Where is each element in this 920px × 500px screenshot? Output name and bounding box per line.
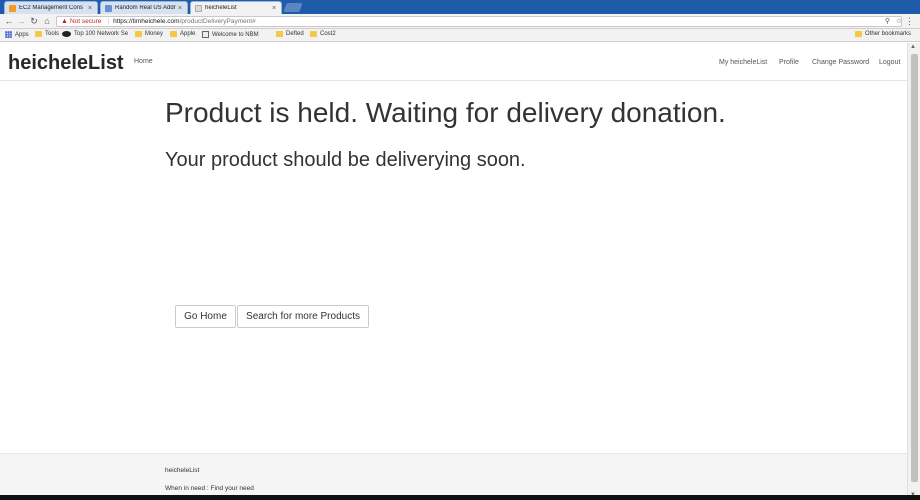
nav-link-logout[interactable]: Logout bbox=[879, 59, 900, 66]
bookmark-nbm[interactable]: Welcome to NBM bbox=[202, 31, 259, 38]
bookmark-money[interactable]: Money bbox=[135, 31, 163, 37]
bookmark-top100[interactable]: Top 100 Network Se bbox=[62, 31, 128, 37]
apps-icon bbox=[5, 31, 12, 38]
divider: | bbox=[107, 18, 110, 25]
security-label: Not secure bbox=[69, 18, 102, 25]
close-icon[interactable]: × bbox=[270, 5, 278, 12]
bookmark-apple[interactable]: Apple bbox=[170, 31, 195, 37]
menu-icon[interactable]: ⋮ bbox=[905, 16, 914, 27]
tab-label: Random Real US Addre bbox=[115, 5, 176, 11]
footer-title: heicheleList bbox=[165, 467, 200, 474]
brand-logo[interactable]: heicheleList bbox=[8, 52, 124, 75]
bookmark-cost2[interactable]: Cost2 bbox=[310, 31, 336, 37]
new-tab-button[interactable] bbox=[283, 3, 303, 12]
folder-icon bbox=[855, 31, 862, 37]
bookmark-apps[interactable]: Apps bbox=[5, 31, 29, 38]
page-scrollbar[interactable]: ▲ ▼ bbox=[907, 43, 920, 500]
zoom-icon[interactable]: ⚲ bbox=[885, 17, 890, 25]
star-icon[interactable]: ☆ bbox=[896, 17, 902, 25]
bookmark-tools[interactable]: Tools bbox=[35, 31, 59, 37]
page-icon bbox=[202, 31, 209, 38]
page-title: Product is held. Waiting for delivery do… bbox=[165, 97, 726, 128]
back-arrow-icon[interactable]: ← bbox=[4, 16, 14, 26]
folder-icon bbox=[276, 31, 283, 37]
browser-tabstrip: EC2 Management Cons × Random Real US Add… bbox=[0, 0, 920, 14]
nav-link-change-password[interactable]: Change Password bbox=[812, 59, 869, 66]
os-taskbar bbox=[0, 495, 920, 500]
bookmark-label: Money bbox=[145, 31, 164, 37]
tab-label: EC2 Management Cons bbox=[19, 5, 84, 11]
bookmark-label: Apps bbox=[15, 31, 29, 38]
bookmark-label: Welcome to NBM bbox=[212, 31, 259, 38]
site-navbar: heicheleList Home My heicheleList Profil… bbox=[0, 43, 907, 81]
forward-arrow-icon[interactable]: → bbox=[16, 16, 26, 26]
scrollbar-thumb[interactable] bbox=[911, 54, 918, 482]
bookmark-label: Cost2 bbox=[320, 31, 336, 37]
page-favicon-icon bbox=[195, 4, 202, 12]
folder-icon bbox=[310, 31, 317, 37]
browser-toolbar: ← → ↻ ⌂ ▲ Not secure | https://timheiche… bbox=[0, 14, 920, 29]
bookmark-label: Defted bbox=[286, 31, 304, 37]
scroll-up-icon[interactable]: ▲ bbox=[910, 44, 916, 50]
url-path: /productDeliveryPayment# bbox=[179, 18, 256, 25]
url-host: https://timheichele.com bbox=[113, 18, 180, 25]
go-home-button[interactable]: Go Home bbox=[175, 305, 236, 328]
folder-icon bbox=[135, 31, 142, 37]
footer-tagline: When in need : Find your need bbox=[165, 485, 254, 492]
close-icon[interactable]: × bbox=[176, 5, 184, 12]
tab-label: heicheleList bbox=[205, 5, 237, 11]
warning-icon: ▲ bbox=[61, 18, 68, 25]
nav-link-home[interactable]: Home bbox=[134, 58, 153, 65]
home-icon[interactable]: ⌂ bbox=[42, 16, 52, 26]
tab-random-address[interactable]: Random Real US Addre × bbox=[100, 1, 188, 14]
site-footer: heicheleList When in need : Find your ne… bbox=[0, 453, 907, 500]
address-bar[interactable]: ▲ Not secure | https://timheichele.com /… bbox=[56, 16, 902, 27]
close-icon[interactable]: × bbox=[86, 5, 94, 12]
tab-heichelelist[interactable]: heicheleList × bbox=[190, 1, 282, 14]
page-content: heicheleList Home My heicheleList Profil… bbox=[0, 43, 907, 500]
aws-favicon-icon bbox=[9, 4, 16, 12]
bookmarks-bar: Apps Tools Top 100 Network Se Money Appl… bbox=[0, 29, 920, 42]
bookmark-other[interactable]: Other bookmarks bbox=[855, 31, 911, 37]
search-products-button[interactable]: Search for more Products bbox=[237, 305, 369, 328]
page-subtitle: Your product should be deliverying soon. bbox=[165, 149, 526, 171]
bookmark-label: Other bookmarks bbox=[865, 31, 912, 37]
page-favicon-icon bbox=[105, 4, 112, 12]
nav-link-profile[interactable]: Profile bbox=[779, 59, 799, 66]
folder-icon bbox=[170, 31, 177, 37]
nav-link-my-list[interactable]: My heicheleList bbox=[719, 59, 767, 66]
bookmark-defted[interactable]: Defted bbox=[276, 31, 304, 37]
bookmark-label: Top 100 Network Se bbox=[74, 31, 129, 37]
bookmark-label: Tools bbox=[45, 31, 60, 37]
tab-ec2-management[interactable]: EC2 Management Cons × bbox=[4, 1, 98, 14]
eye-icon bbox=[62, 31, 71, 37]
bookmark-label: Apple bbox=[180, 31, 196, 37]
reload-icon[interactable]: ↻ bbox=[29, 16, 39, 26]
folder-icon bbox=[35, 31, 42, 37]
